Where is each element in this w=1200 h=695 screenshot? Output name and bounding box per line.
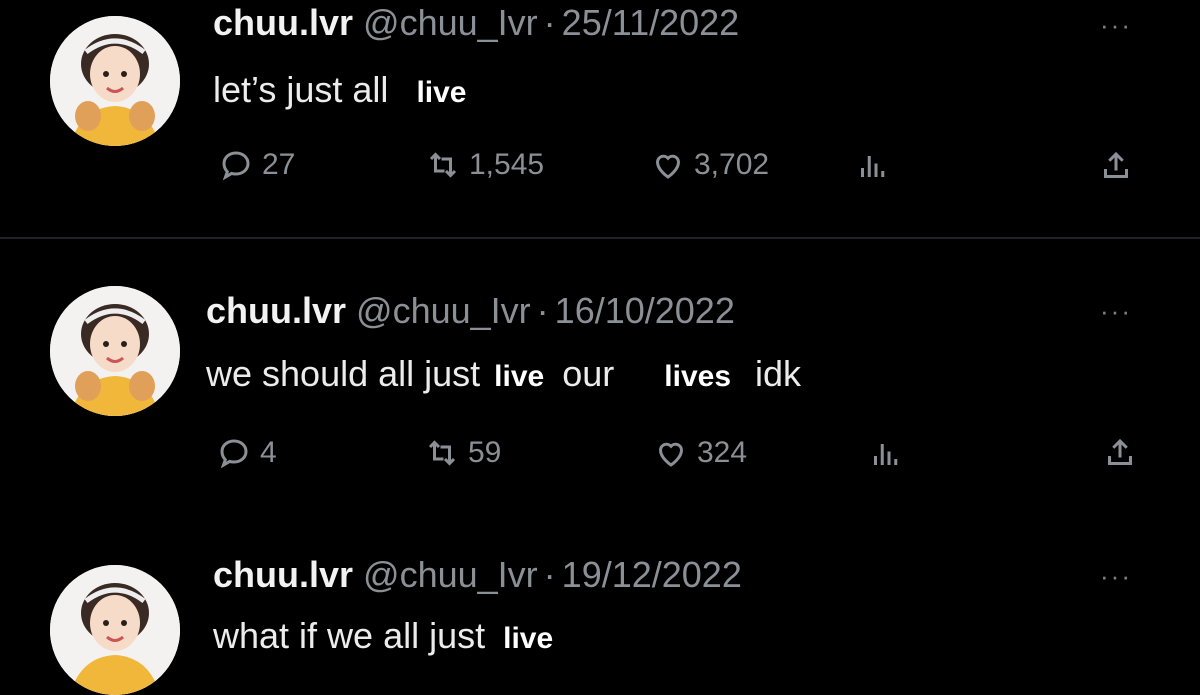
heart-icon <box>658 442 684 467</box>
retweet-button[interactable]: 1,545 <box>425 147 544 183</box>
tweet-text-part: our <box>562 353 615 394</box>
avatar[interactable] <box>50 565 180 695</box>
like-button[interactable]: 3,702 <box>650 147 769 183</box>
tweet-text-part: we should all just <box>206 353 481 394</box>
tweet-date[interactable]: 16/10/2022 <box>555 290 735 331</box>
views-button[interactable] <box>855 147 891 183</box>
share-icon <box>1108 438 1132 465</box>
tweet-text: what if we all just live <box>213 614 553 661</box>
tweet-date[interactable]: 19/12/2022 <box>562 554 742 595</box>
reply-count: 4 <box>260 436 277 469</box>
overlay-word: live <box>503 622 554 655</box>
avatar[interactable] <box>50 16 180 146</box>
retweet-button[interactable]: 59 <box>424 435 501 471</box>
retweet-icon <box>428 440 456 466</box>
overlay-word: lives <box>664 360 732 393</box>
more-icon[interactable]: ··· <box>1100 296 1132 327</box>
user-handle[interactable]: @chuu_Ivr <box>363 2 538 43</box>
reply-button[interactable]: 4 <box>216 435 277 471</box>
views-button[interactable] <box>868 435 904 471</box>
like-count: 3,702 <box>694 148 770 181</box>
reply-icon <box>222 151 250 181</box>
share-button[interactable] <box>1098 148 1134 184</box>
overlay-word: live <box>494 360 545 393</box>
retweet-count: 1,545 <box>469 148 545 181</box>
share-icon <box>1104 151 1128 178</box>
separator-dot: · <box>536 290 549 331</box>
avatar-image <box>50 16 180 146</box>
display-name[interactable]: chuu.lvr <box>213 554 353 595</box>
separator-dot: · <box>543 2 556 43</box>
retweet-count: 59 <box>468 436 502 469</box>
analytics-icon <box>861 156 885 177</box>
avatar-image <box>50 565 180 695</box>
more-icon[interactable]: ··· <box>1100 10 1132 41</box>
reply-count: 27 <box>262 148 296 181</box>
overlay-word: live <box>416 76 467 109</box>
display-name[interactable]: chuu.lvr <box>206 290 346 331</box>
share-button[interactable] <box>1102 435 1138 471</box>
more-icon[interactable]: ··· <box>1100 561 1132 592</box>
tweet-text-part: let’s just all <box>213 69 389 110</box>
avatar[interactable] <box>50 286 180 416</box>
tweet-text: we should all just live our lives idk <box>206 352 801 399</box>
avatar-image <box>50 286 180 416</box>
analytics-icon <box>874 444 898 465</box>
separator-dot: · <box>543 554 556 595</box>
tweet-text-part: what if we all just <box>213 615 486 656</box>
heart-icon <box>655 154 681 179</box>
tweet-text: let’s just all live <box>213 68 466 115</box>
tweet-divider <box>0 237 1200 239</box>
tweet-date[interactable]: 25/11/2022 <box>562 2 740 43</box>
retweet-icon <box>429 152 457 178</box>
reply-icon <box>220 439 248 469</box>
reply-button[interactable]: 27 <box>218 147 295 183</box>
user-handle[interactable]: @chuu_Ivr <box>356 290 531 331</box>
like-button[interactable]: 324 <box>653 435 747 471</box>
like-count: 324 <box>697 436 748 469</box>
display-name[interactable]: chuu.lvr <box>213 2 353 43</box>
user-handle[interactable]: @chuu_Ivr <box>363 554 538 595</box>
tweet-text-part: idk <box>755 353 802 394</box>
